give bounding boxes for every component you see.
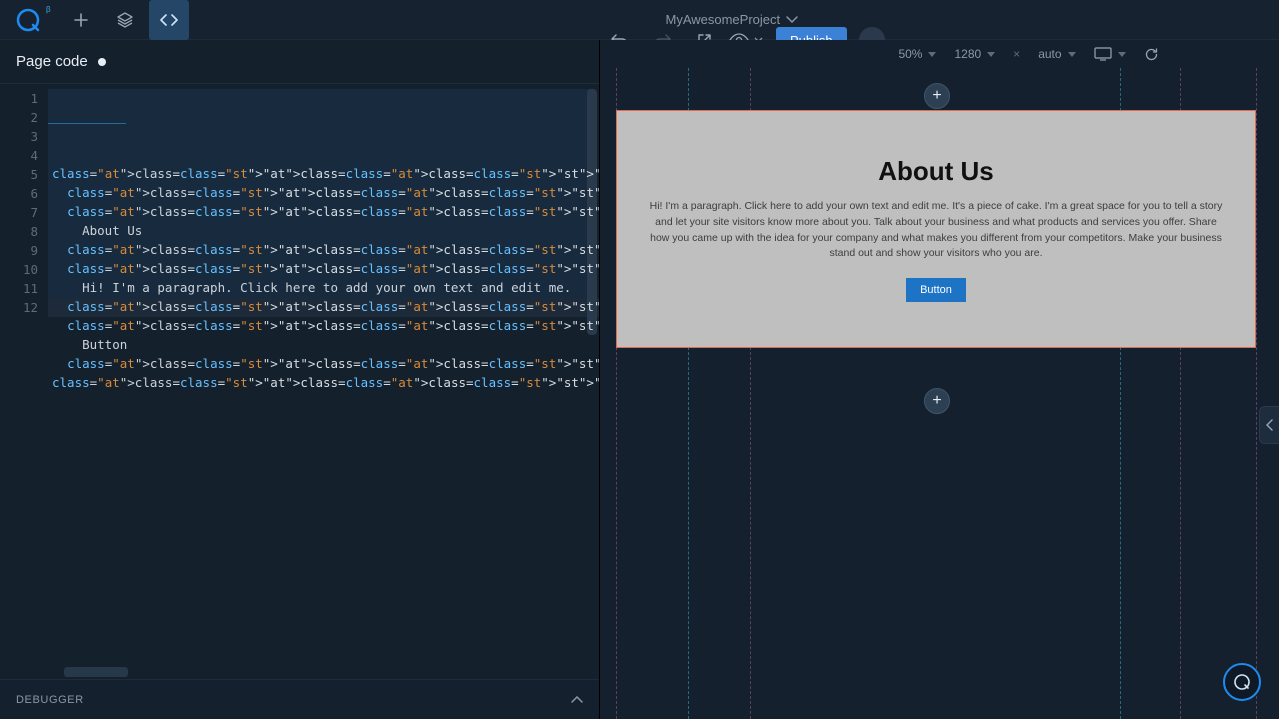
code-view-button[interactable] bbox=[149, 0, 189, 40]
collapse-sidebar-handle[interactable] bbox=[1259, 406, 1279, 444]
chevron-down-icon bbox=[928, 52, 936, 57]
height-control[interactable]: auto bbox=[1038, 47, 1075, 61]
zoom-value: 50% bbox=[898, 47, 922, 61]
viewport-toolbar: 50% 1280 × auto bbox=[600, 40, 1279, 68]
chevron-down-icon bbox=[1068, 52, 1076, 57]
topbar: β MyAwesomeProject Publish bbox=[0, 0, 1279, 40]
add-page-button[interactable] bbox=[61, 0, 101, 40]
plus-icon: + bbox=[932, 87, 941, 105]
code-content[interactable]: class="at">class=class="st">"at">class=c… bbox=[48, 84, 599, 679]
preview-heading[interactable]: About Us bbox=[878, 156, 994, 187]
chevron-down-icon bbox=[1118, 52, 1126, 57]
height-value: auto bbox=[1038, 47, 1061, 61]
preview-section[interactable]: About Us Hi! I'm a paragraph. Click here… bbox=[616, 110, 1256, 348]
device-control[interactable] bbox=[1094, 47, 1126, 61]
preview-button[interactable]: Button bbox=[906, 278, 966, 302]
chevron-down-icon bbox=[786, 16, 798, 24]
line-gutter: 123456789101112 bbox=[0, 84, 48, 679]
debugger-label: DEBUGGER bbox=[16, 694, 84, 706]
refresh-icon bbox=[1144, 47, 1159, 62]
desktop-icon bbox=[1094, 47, 1112, 61]
dimension-separator: × bbox=[1013, 47, 1020, 61]
chevron-down-icon bbox=[987, 52, 995, 57]
app-logo[interactable] bbox=[8, 0, 48, 40]
canvas[interactable]: + About Us Hi! I'm a paragraph. Click he… bbox=[600, 68, 1279, 719]
code-editor[interactable]: 123456789101112 class="at">class=class="… bbox=[0, 84, 599, 679]
code-panel-header: Page code bbox=[0, 40, 599, 84]
unsaved-dot-icon bbox=[98, 58, 106, 66]
chevron-left-icon bbox=[1266, 419, 1274, 431]
code-panel-title: Page code bbox=[16, 53, 88, 70]
refresh-button[interactable] bbox=[1144, 47, 1159, 62]
beta-badge: β bbox=[46, 5, 51, 14]
guide-line bbox=[1256, 68, 1257, 719]
horizontal-scroll-thumb[interactable] bbox=[64, 667, 128, 677]
help-button[interactable] bbox=[1223, 663, 1261, 701]
layers-button[interactable] bbox=[105, 0, 145, 40]
code-panel-footer[interactable]: DEBUGGER bbox=[0, 679, 599, 719]
help-icon bbox=[1233, 673, 1251, 691]
add-section-below-button[interactable]: + bbox=[924, 388, 950, 414]
chevron-up-icon bbox=[571, 696, 583, 704]
canvas-panel: 50% 1280 × auto + About Us Hi! I bbox=[600, 40, 1279, 719]
code-panel: Page code 123456789101112 class="at">cla… bbox=[0, 40, 600, 719]
width-value: 1280 bbox=[954, 47, 981, 61]
width-control[interactable]: 1280 bbox=[954, 47, 995, 61]
plus-icon: + bbox=[932, 392, 941, 410]
add-section-above-button[interactable]: + bbox=[924, 83, 950, 109]
preview-paragraph[interactable]: Hi! I'm a paragraph. Click here to add y… bbox=[647, 199, 1225, 262]
zoom-control[interactable]: 50% bbox=[898, 47, 936, 61]
